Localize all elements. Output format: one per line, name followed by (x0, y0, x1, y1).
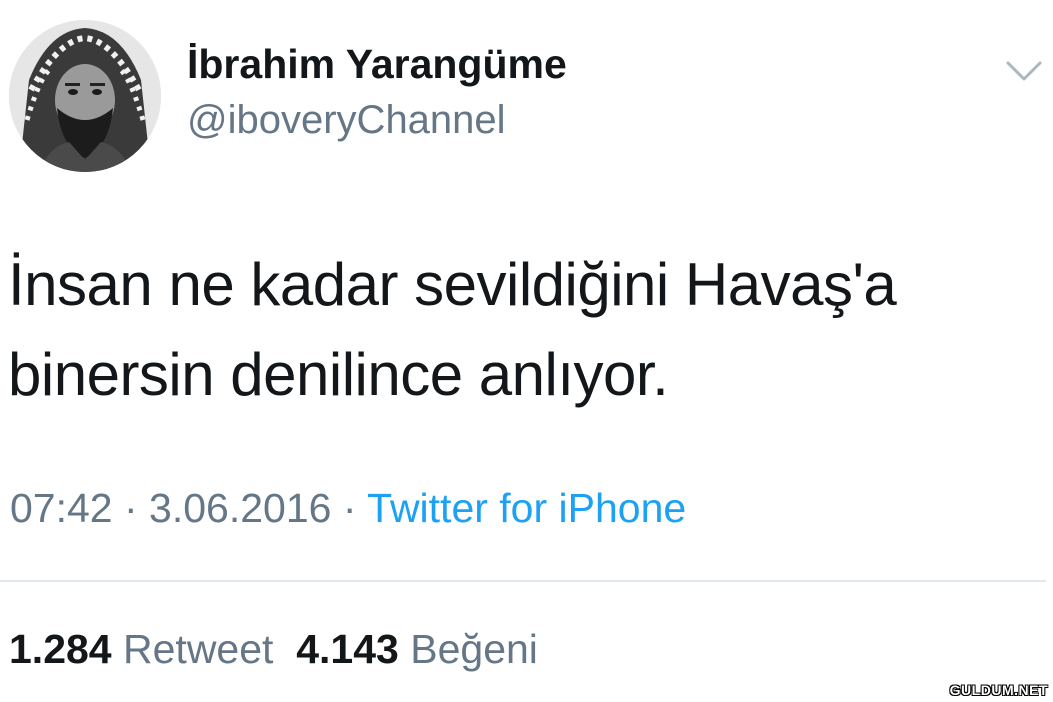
divider (0, 580, 1046, 582)
retweets-count: 1.284 (9, 626, 112, 672)
likes-count: 4.143 (296, 626, 399, 672)
tweet-source-link[interactable]: Twitter for iPhone (367, 485, 686, 531)
watermark: GULDUM.NET (949, 682, 1048, 698)
avatar[interactable] (9, 20, 161, 172)
likes-stat[interactable]: 4.143 Beğeni (296, 626, 538, 672)
tweet-text: İnsan ne kadar sevildiğini Havaş'a biner… (8, 240, 1028, 420)
display-name[interactable]: İbrahim Yarangüme (187, 40, 567, 89)
chevron-down-icon[interactable] (1000, 55, 1048, 87)
tweet-stats: 1.284 Retweet 4.143 Beğeni (9, 625, 538, 674)
tweet-card: İbrahim Yarangüme @iboveryChannel İnsan … (0, 0, 1053, 702)
tweet-text-line: İnsan ne kadar sevildiğini Havaş'a (8, 251, 897, 318)
likes-label: Beğeni (410, 626, 538, 672)
avatar-photo (9, 20, 161, 172)
meta-separator: · (331, 485, 368, 531)
tweet-date[interactable]: 3.06.2016 (149, 485, 331, 531)
retweets-stat[interactable]: 1.284 Retweet (9, 626, 273, 672)
tweet-meta: 07:42 · 3.06.2016 · Twitter for iPhone (10, 484, 686, 533)
tweet-text-line: binersin denilince anlıyor. (8, 341, 669, 408)
tweet-time[interactable]: 07:42 (10, 485, 113, 531)
retweets-label: Retweet (123, 626, 274, 672)
meta-separator: · (112, 485, 150, 531)
user-handle[interactable]: @iboveryChannel (187, 96, 506, 144)
